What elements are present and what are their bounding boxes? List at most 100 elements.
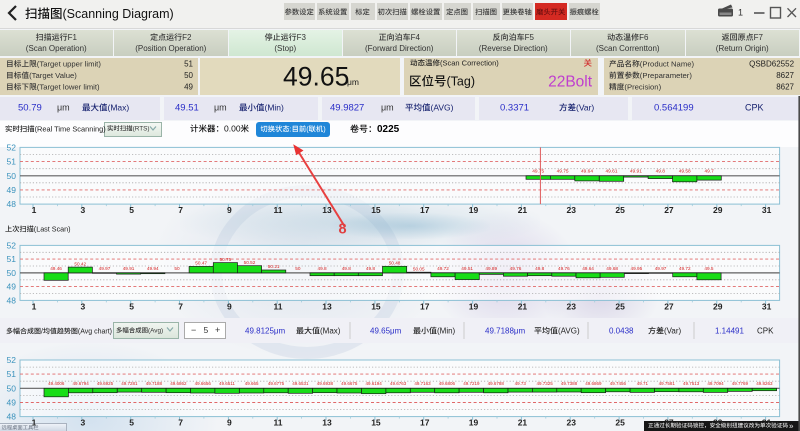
svg-text:15: 15 bbox=[371, 302, 381, 312]
svg-text:31: 31 bbox=[762, 302, 772, 312]
svg-text::: : bbox=[290, 125, 292, 134]
svg-text:7: 7 bbox=[178, 418, 183, 428]
svg-text:9: 9 bbox=[227, 302, 232, 312]
svg-text:49.95: 49.95 bbox=[631, 266, 643, 271]
svg-text:50: 50 bbox=[174, 266, 180, 271]
svg-text:7: 7 bbox=[178, 302, 183, 312]
svg-text:21: 21 bbox=[518, 418, 528, 428]
svg-text:17: 17 bbox=[420, 418, 430, 428]
svg-text:49.51: 49.51 bbox=[461, 266, 473, 271]
svg-text:25: 25 bbox=[615, 205, 625, 215]
svg-text:9: 9 bbox=[227, 418, 232, 428]
svg-text:CPK: CPK bbox=[745, 103, 764, 113]
svg-text:50.05: 50.05 bbox=[413, 266, 425, 271]
svg-text:5: 5 bbox=[129, 418, 134, 428]
svg-text:50: 50 bbox=[7, 268, 17, 278]
svg-text:13: 13 bbox=[322, 205, 332, 215]
svg-text:49.7581: 49.7581 bbox=[659, 381, 676, 386]
svg-text:51: 51 bbox=[7, 157, 17, 167]
svg-text:50: 50 bbox=[7, 171, 17, 181]
svg-text:48: 48 bbox=[7, 199, 17, 209]
svg-text:49.7513: 49.7513 bbox=[683, 381, 700, 386]
svg-text:17: 17 bbox=[420, 205, 430, 215]
svg-text:49.65μm: 49.65μm bbox=[370, 327, 402, 336]
svg-text:(Var): (Var) bbox=[576, 103, 594, 113]
svg-text:49.97: 49.97 bbox=[99, 266, 111, 271]
svg-text:49.7281: 49.7281 bbox=[121, 381, 138, 386]
svg-text:49.7769: 49.7769 bbox=[732, 381, 749, 386]
svg-text:51: 51 bbox=[7, 254, 17, 264]
svg-text:(RTS): (RTS) bbox=[133, 126, 150, 133]
svg-text:CPK: CPK bbox=[757, 327, 774, 336]
svg-text:50.21: 50.21 bbox=[268, 264, 280, 269]
svg-text:17: 17 bbox=[420, 302, 430, 312]
svg-text:(AVG): (AVG) bbox=[558, 327, 580, 336]
svg-text:0.3371: 0.3371 bbox=[500, 103, 529, 114]
svg-text:QSBD62552: QSBD62552 bbox=[749, 60, 794, 69]
svg-text:5: 5 bbox=[129, 302, 134, 312]
svg-text:50: 50 bbox=[184, 71, 193, 80]
svg-text:49.4006: 49.4006 bbox=[48, 381, 65, 386]
svg-text:52: 52 bbox=[7, 240, 17, 250]
svg-text:/: / bbox=[41, 329, 43, 336]
svg-text:(Var): (Var) bbox=[664, 327, 682, 336]
svg-text:(Stop): (Stop) bbox=[274, 44, 296, 53]
svg-text:49.6788: 49.6788 bbox=[488, 381, 505, 386]
svg-text:49.6925: 49.6925 bbox=[97, 381, 114, 386]
svg-text:27: 27 bbox=[664, 302, 674, 312]
svg-text:8627: 8627 bbox=[776, 71, 794, 80]
svg-text:49.89: 49.89 bbox=[485, 266, 497, 271]
svg-text:49.6675: 49.6675 bbox=[341, 381, 358, 386]
svg-text:(Tag): (Tag) bbox=[447, 75, 475, 89]
svg-text:49.6511: 49.6511 bbox=[219, 381, 235, 386]
svg-text:11: 11 bbox=[274, 418, 283, 428]
svg-text:49.8: 49.8 bbox=[656, 169, 666, 175]
svg-text:F5: F5 bbox=[525, 33, 535, 42]
svg-text:5: 5 bbox=[129, 205, 134, 215]
svg-text:49.91: 49.91 bbox=[123, 266, 135, 271]
svg-text:49.8: 49.8 bbox=[318, 266, 328, 271]
svg-text:μm: μm bbox=[57, 103, 70, 113]
svg-text:(Scanning Diagram): (Scanning Diagram) bbox=[63, 7, 174, 21]
svg-text:8: 8 bbox=[339, 222, 347, 238]
svg-text:11: 11 bbox=[274, 205, 283, 215]
svg-text:(Target lower limit): (Target lower limit) bbox=[37, 83, 100, 92]
svg-text:(Min): (Min) bbox=[265, 103, 285, 113]
svg-text:(Target Value): (Target Value) bbox=[29, 71, 77, 80]
svg-text:11: 11 bbox=[274, 302, 283, 312]
svg-text:(Position Operation): (Position Operation) bbox=[135, 44, 206, 53]
svg-text:49.6938: 49.6938 bbox=[317, 381, 334, 386]
svg-text:50.79: 50.79 bbox=[18, 103, 42, 114]
svg-text:49.6775: 49.6775 bbox=[268, 381, 285, 386]
svg-text:50: 50 bbox=[295, 266, 301, 271]
svg-text:23: 23 bbox=[567, 205, 577, 215]
svg-text:49: 49 bbox=[7, 282, 17, 292]
svg-text:49.73: 49.73 bbox=[515, 381, 527, 386]
svg-text:49.6806: 49.6806 bbox=[439, 381, 456, 386]
svg-text:49.64: 49.64 bbox=[582, 266, 594, 271]
svg-text:49.8: 49.8 bbox=[366, 266, 376, 271]
svg-text:49.8: 49.8 bbox=[535, 266, 545, 271]
svg-text:(Preparameter): (Preparameter) bbox=[640, 71, 693, 80]
svg-text:1: 1 bbox=[32, 302, 37, 312]
svg-text:49.72: 49.72 bbox=[437, 266, 449, 271]
svg-text:−: − bbox=[191, 325, 196, 335]
svg-text:49.76: 49.76 bbox=[558, 266, 570, 271]
svg-text:9: 9 bbox=[227, 205, 232, 215]
svg-text:5: 5 bbox=[204, 325, 209, 335]
svg-text:(: ( bbox=[306, 125, 309, 134]
svg-text:49.8263: 49.8263 bbox=[756, 381, 773, 386]
svg-text:49.7188μm: 49.7188μm bbox=[485, 327, 526, 336]
svg-text:F7: F7 bbox=[754, 33, 764, 42]
svg-text:(Precision): (Precision) bbox=[624, 83, 661, 92]
svg-text:(Last Scan): (Last Scan) bbox=[34, 225, 71, 234]
svg-text:»: » bbox=[789, 422, 794, 431]
svg-text:(Real Time Scanning): (Real Time Scanning) bbox=[35, 125, 106, 134]
svg-text:49.7388: 49.7388 bbox=[561, 381, 578, 386]
svg-text:29: 29 bbox=[713, 205, 723, 215]
svg-text:21: 21 bbox=[518, 302, 528, 312]
svg-text:(Product Name): (Product Name) bbox=[640, 60, 695, 69]
svg-text:F4: F4 bbox=[411, 33, 421, 42]
svg-text:3: 3 bbox=[81, 418, 86, 428]
svg-text:49.68: 49.68 bbox=[606, 266, 618, 271]
